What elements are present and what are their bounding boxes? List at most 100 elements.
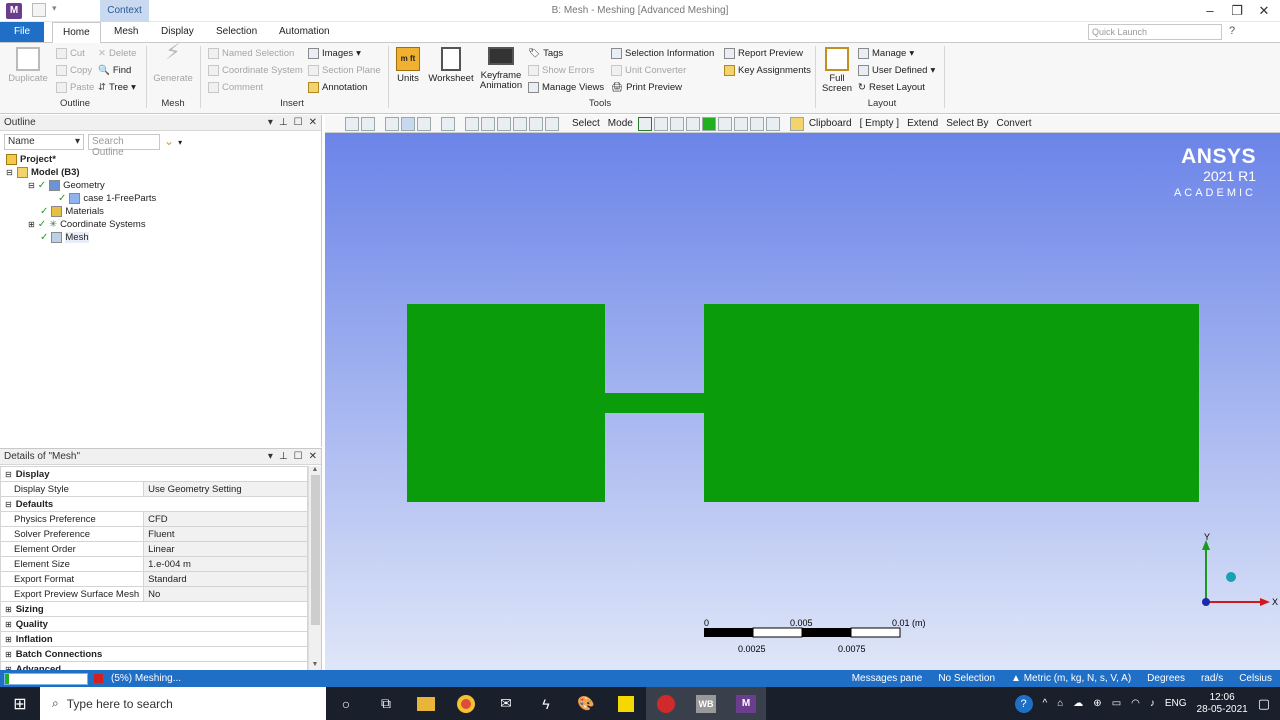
select-edge-icon[interactable]	[653, 116, 668, 131]
delete-button[interactable]: ✕ Delete	[98, 48, 136, 59]
zoom-in-icon[interactable]	[345, 116, 359, 131]
pin-icon[interactable]: ⊥	[279, 117, 288, 128]
search-outline-input[interactable]: Search Outline	[88, 134, 160, 158]
tree-item-geometry[interactable]: ⊟ ✓ Geometry	[6, 179, 306, 192]
minimize-button[interactable]: –	[1198, 2, 1222, 20]
paste-button[interactable]: Paste	[56, 82, 94, 93]
select-by-button[interactable]: Select By	[943, 118, 991, 129]
temperature-unit-button[interactable]: Celsius	[1231, 673, 1280, 684]
angle-unit-button[interactable]: Degrees	[1139, 673, 1193, 684]
show-errors-button[interactable]: Show Errors	[528, 65, 594, 76]
close-button[interactable]: ✕	[1252, 2, 1276, 20]
tree-item-model[interactable]: ⊟ Model (B3)	[6, 166, 306, 179]
comment-button[interactable]: Comment	[208, 82, 263, 93]
taskbar-search-box[interactable]: ⌕ Type here to search	[40, 687, 326, 720]
cut-button[interactable]: Cut	[56, 48, 85, 59]
collapse-icon[interactable]: ⊟	[6, 168, 14, 177]
convert-button[interactable]: Convert	[993, 118, 1034, 129]
globe-icon[interactable]: ⊕	[1093, 698, 1101, 709]
pane-menu-icon[interactable]: ▾	[268, 117, 273, 128]
battery-icon[interactable]: ▭	[1112, 698, 1121, 709]
box-select-icon[interactable]	[441, 116, 455, 131]
details-property-value[interactable]: CFD	[143, 511, 308, 527]
tab-home[interactable]: Home	[52, 22, 101, 43]
recorder-app-icon[interactable]	[646, 687, 686, 720]
tree-item-case[interactable]: ✓ case 1-FreeParts	[6, 192, 306, 205]
details-category-row[interactable]: ⊞ Inflation	[0, 631, 308, 647]
expand-icon[interactable]: ⊞	[5, 635, 12, 644]
file-explorer-icon[interactable]	[406, 687, 446, 720]
manage-views-button[interactable]: Manage Views	[528, 82, 604, 93]
pan-icon[interactable]	[481, 116, 495, 131]
unit-converter-button[interactable]: Unit Converter	[611, 65, 686, 76]
task-view-icon[interactable]: ⧉	[366, 687, 406, 720]
chevron-up-icon[interactable]: ^	[1043, 698, 1048, 709]
view-wireframe-icon[interactable]	[401, 116, 415, 131]
pin-icon[interactable]: ⊥	[279, 451, 288, 462]
unit-system-button[interactable]: ▲ Metric (m, kg, N, s, V, A)	[1003, 673, 1139, 684]
cortana-icon[interactable]: ○	[326, 687, 366, 720]
maximize-button[interactable]: ❐	[1225, 2, 1249, 20]
wifi-icon[interactable]: ◠	[1131, 698, 1140, 709]
view-iso-icon[interactable]	[385, 116, 399, 131]
details-property-row[interactable]: Element Order Linear	[0, 541, 308, 557]
tree-item-coordinate-systems[interactable]: ⊞ ✓ ✳ Coordinate Systems	[6, 218, 306, 231]
sticky-notes-icon[interactable]	[606, 687, 646, 720]
collapse-icon[interactable]: ⊟	[5, 470, 12, 479]
lightning-app-icon[interactable]: ϟ	[526, 687, 566, 720]
pane-menu-icon[interactable]: ▾	[268, 451, 273, 462]
details-property-value[interactable]: Fluent	[143, 526, 308, 542]
view-shaded-icon[interactable]	[417, 116, 431, 131]
tab-selection[interactable]: Selection	[206, 22, 267, 42]
close-pane-icon[interactable]: ✕	[309, 117, 317, 128]
tags-button[interactable]: 🏷 Tags	[528, 48, 563, 59]
details-category-row[interactable]: ⊞ Batch Connections	[0, 646, 308, 662]
zoom-out-icon[interactable]	[361, 116, 375, 131]
zoom-fit-icon[interactable]	[529, 116, 543, 131]
details-property-value[interactable]: Standard	[143, 571, 308, 587]
filter-chevron-icon[interactable]: ⌄	[164, 134, 174, 150]
paint-icon[interactable]: 🎨	[566, 687, 606, 720]
manage-button[interactable]: Manage ▾	[858, 48, 914, 59]
scroll-thumb[interactable]	[310, 475, 320, 625]
quick-launch-input[interactable]: Quick Launch	[1088, 24, 1222, 40]
details-category-row[interactable]: ⊞ Sizing	[0, 601, 308, 617]
language-indicator[interactable]: ENG	[1165, 698, 1187, 709]
tree-item-materials[interactable]: ✓ Materials	[6, 205, 306, 218]
select-element-icon[interactable]	[717, 116, 732, 131]
help-icon[interactable]: ?	[1014, 694, 1033, 713]
full-screen-button[interactable]: Full Screen	[820, 47, 854, 94]
details-category-row[interactable]: ⊟ Display	[0, 466, 308, 482]
rotational-unit-button[interactable]: rad/s	[1193, 673, 1231, 684]
collapse-icon[interactable]: ⊟	[5, 500, 12, 509]
volume-icon[interactable]: ♪	[1150, 698, 1155, 709]
named-selection-button[interactable]: Named Selection	[208, 48, 294, 59]
keyframe-animation-button[interactable]: Keyframe Animation	[476, 47, 526, 91]
scroll-up-icon[interactable]: ▲	[309, 466, 321, 473]
zoom-icon[interactable]	[497, 116, 511, 131]
details-category-row[interactable]: ⊟ Defaults	[0, 496, 308, 512]
coordinate-system-button[interactable]: Coordinate System	[208, 65, 303, 76]
meshing-app-icon[interactable]: M	[726, 687, 766, 720]
cloud-icon[interactable]: ☁	[1073, 698, 1083, 709]
select-face-icon[interactable]	[669, 116, 684, 131]
mode-button[interactable]: Mode	[605, 118, 636, 129]
clock[interactable]: 12:06 28-05-2021	[1197, 692, 1248, 716]
clipboard-button[interactable]: Clipboard	[806, 118, 855, 129]
notifications-icon[interactable]: ▢	[1258, 696, 1270, 712]
details-property-row[interactable]: Element Size 1.e-004 m	[0, 556, 308, 572]
scroll-down-icon[interactable]: ▼	[309, 661, 321, 668]
images-button[interactable]: Images ▾	[308, 48, 361, 59]
network-icon[interactable]: ⌂	[1057, 698, 1063, 709]
extend-button[interactable]: Extend	[904, 118, 941, 129]
windows-start-icon[interactable]: ⊞	[0, 687, 40, 720]
mesh-body-neck[interactable]	[604, 393, 705, 413]
generate-button[interactable]: ⚡ Generate	[150, 41, 196, 84]
filter-dropdown-icon[interactable]: ▾	[178, 134, 182, 150]
select-element-face-icon[interactable]	[733, 116, 748, 131]
chrome-icon[interactable]	[446, 687, 486, 720]
details-property-value[interactable]: Linear	[143, 541, 308, 557]
magnifier-icon[interactable]	[545, 116, 559, 131]
name-filter-select[interactable]: Name ▾	[4, 134, 84, 150]
collapse-icon[interactable]: ⊟	[28, 181, 35, 190]
